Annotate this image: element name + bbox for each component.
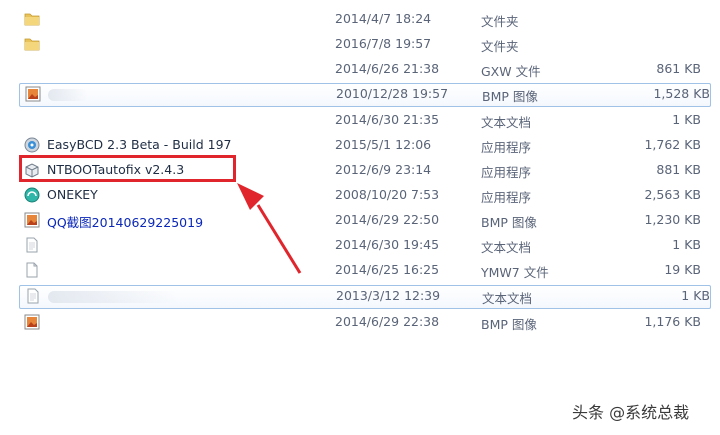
- watermark: 头条 @系统总裁: [572, 403, 690, 422]
- annotation-arrow-icon: [237, 183, 302, 274]
